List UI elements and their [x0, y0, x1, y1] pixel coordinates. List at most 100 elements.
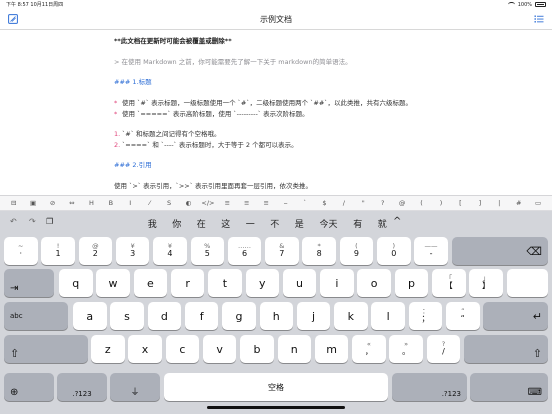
key-num[interactable]: ¥4 — [153, 237, 187, 265]
key-g[interactable]: g — [222, 302, 256, 330]
key-b[interactable]: b — [240, 335, 274, 363]
candidate-word[interactable]: 就 — [370, 217, 395, 230]
key-quote[interactable]: ” “ — [446, 302, 480, 330]
candidate-word[interactable]: 你 — [165, 217, 190, 230]
key-q[interactable]: q — [59, 269, 93, 297]
key-a[interactable]: a — [73, 302, 107, 330]
space-key[interactable]: 空格 — [164, 373, 388, 401]
toolbar-button[interactable]: " — [354, 199, 373, 207]
key-backslash[interactable] — [506, 269, 548, 297]
toolbar-button[interactable]: | — [490, 199, 509, 207]
key-num[interactable]: @2 — [78, 237, 113, 265]
key-d[interactable]: d — [147, 302, 182, 330]
toolbar-button[interactable]: ) — [431, 199, 450, 207]
list-icon[interactable] — [534, 14, 544, 24]
key-comma[interactable]: «， — [352, 335, 386, 363]
toolbar-button[interactable]: ⊟ — [4, 199, 23, 207]
toolbar-button[interactable]: $ — [315, 199, 334, 207]
toolbar-button[interactable]: ▣ — [23, 199, 42, 207]
toolbar-button[interactable]: I — [121, 199, 140, 207]
key-num[interactable]: * 8 — [302, 237, 336, 265]
toolbar-button[interactable]: B — [101, 199, 120, 207]
key-f[interactable]: f — [184, 302, 219, 330]
toolbar-button[interactable]: ⁄ — [140, 199, 159, 207]
redo-icon[interactable]: ↷ — [29, 217, 36, 226]
numbers-key-left[interactable]: .?123 — [57, 373, 107, 401]
toolbar-button[interactable]: [ — [451, 199, 470, 207]
globe-key[interactable]: ⊕ — [4, 373, 54, 401]
microphone-key[interactable]: ⏚ — [110, 373, 160, 401]
toolbar-button[interactable]: S — [159, 199, 178, 207]
return-key[interactable]: ↵ — [483, 302, 548, 330]
key-y[interactable]: y — [245, 269, 279, 297]
key-h[interactable]: h — [259, 302, 293, 330]
key-r[interactable]: r — [170, 269, 205, 297]
toolbar-button[interactable]: ⇔ — [62, 199, 81, 207]
candidate-word[interactable]: 今天 — [312, 217, 346, 230]
expand-candidates-icon[interactable]: ^ — [393, 216, 401, 227]
abc-key[interactable]: abc — [4, 302, 68, 330]
key-s[interactable]: s — [110, 302, 144, 330]
key-n[interactable]: n — [277, 335, 311, 363]
key-num[interactable]: ¥3 — [115, 237, 150, 265]
candidate-word[interactable]: 是 — [287, 217, 312, 230]
undo-icon[interactable]: ↶ — [10, 217, 17, 226]
key-bracket-left[interactable]: 「【 — [432, 269, 466, 297]
toolbar-button[interactable]: # — [509, 199, 528, 207]
numbers-key-right[interactable]: .?123 — [392, 373, 467, 401]
key-t[interactable]: t — [208, 269, 242, 297]
candidate-word[interactable]: 这 — [214, 217, 239, 230]
key-z[interactable]: z — [91, 335, 125, 363]
key-num[interactable]: …… 6 — [227, 237, 262, 265]
toolbar-button[interactable]: ▭ — [528, 199, 547, 207]
key-slash[interactable]: ? / — [426, 335, 461, 363]
toolbar-button[interactable]: ` — [295, 199, 314, 207]
key-num[interactable]: ) 0 — [377, 237, 411, 265]
key-w[interactable]: w — [96, 269, 130, 297]
key-num[interactable]: ~ · — [4, 237, 38, 265]
toolbar-button[interactable]: ◐ — [179, 199, 198, 207]
candidate-word[interactable]: 我 — [140, 217, 165, 230]
key-colon[interactable]: ：； — [408, 302, 443, 330]
hide-keyboard-key[interactable]: ⌨ — [470, 373, 548, 401]
toolbar-button[interactable]: H — [82, 199, 101, 207]
toolbar-button[interactable]: ? — [373, 199, 392, 207]
key-p[interactable]: p — [394, 269, 429, 297]
key-j[interactable]: j — [296, 302, 331, 330]
key-num[interactable]: —— - — [414, 237, 448, 265]
key-v[interactable]: v — [202, 335, 237, 363]
toolbar-button[interactable]: ⎯ — [276, 199, 295, 208]
key-e[interactable]: e — [133, 269, 168, 297]
toolbar-button[interactable]: ≡ — [237, 199, 256, 207]
candidate-word[interactable]: 不 — [263, 217, 288, 230]
paste-icon[interactable]: ❐ — [46, 217, 53, 226]
key-period[interactable]: »。 — [389, 335, 423, 363]
toolbar-button[interactable]: / — [334, 199, 353, 207]
key-num[interactable]: & 7 — [265, 237, 299, 265]
key-i[interactable]: i — [320, 269, 354, 297]
toolbar-button[interactable]: ] — [470, 199, 489, 207]
key-l[interactable]: l — [371, 302, 405, 330]
shift-key-left[interactable]: ⇧ — [4, 335, 88, 363]
candidate-word[interactable]: 有 — [346, 217, 371, 230]
toolbar-button[interactable]: @ — [392, 199, 411, 207]
toolbar-button[interactable]: ≡ — [256, 199, 275, 207]
toolbar-button[interactable]: </> — [198, 199, 217, 207]
key-u[interactable]: u — [282, 269, 317, 297]
key-num[interactable]: ! 1 — [41, 237, 75, 265]
toolbar-button[interactable]: ( — [412, 199, 431, 207]
sidebar-icon[interactable] — [8, 14, 18, 24]
key-o[interactable]: o — [357, 269, 391, 297]
toolbar-button[interactable]: ≡ — [218, 199, 237, 207]
key-num[interactable]: % 5 — [190, 237, 224, 265]
key-m[interactable]: m — [314, 335, 349, 363]
key-num[interactable]: (9 — [339, 237, 374, 265]
tab-key[interactable]: ⇥ — [4, 269, 54, 297]
document-editor[interactable]: **此文档在更新时可能会被覆盖或删除** > 在使用 Markdown 之前，你… — [0, 30, 552, 195]
delete-key[interactable]: ⌫ — [451, 237, 548, 265]
key-c[interactable]: c — [165, 335, 200, 363]
key-x[interactable]: x — [128, 335, 162, 363]
candidate-word[interactable]: 在 — [189, 217, 214, 230]
candidate-word[interactable]: 一 — [238, 217, 263, 230]
shift-key-right[interactable]: ⇧ — [464, 335, 548, 363]
